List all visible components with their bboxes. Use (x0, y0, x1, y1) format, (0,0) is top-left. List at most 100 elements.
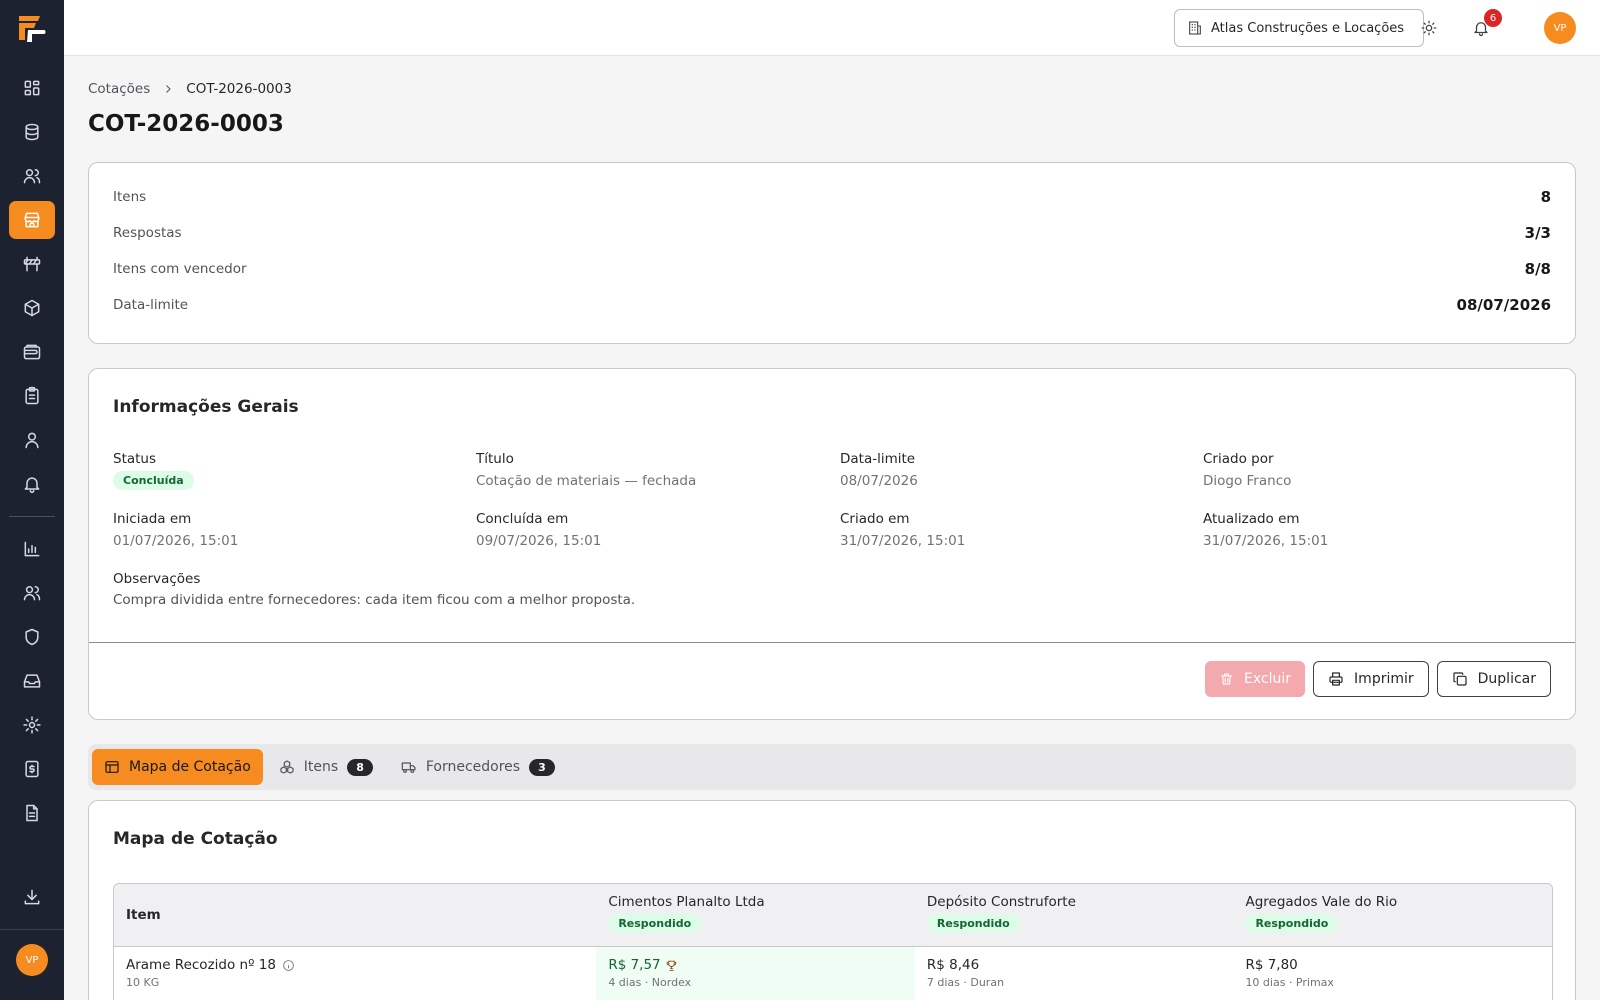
duplicate-button[interactable]: Duplicar (1436, 661, 1551, 697)
stat-label: Itens com vencedor (113, 261, 247, 277)
shield-icon (25, 628, 39, 646)
nav-security[interactable] (9, 618, 55, 656)
quote-price-text: R$ 7,57 (608, 957, 661, 973)
supplier-name: Cimentos Planalto Ltda (608, 894, 765, 910)
nav-reports[interactable] (9, 530, 55, 568)
document-icon (26, 804, 38, 822)
duplicate-label: Duplicar (1477, 671, 1536, 687)
nav-finance[interactable] (9, 750, 55, 788)
nav-clipboard[interactable] (9, 377, 55, 415)
stat-row-responses: Respostas 3/3 (113, 215, 1551, 251)
field-label: Observações (113, 571, 201, 587)
action-bar: Excluir Imprimir Duplicar (1205, 661, 1551, 697)
quote-meta: 7 dias · Duran (926, 976, 1005, 989)
quote-price: R$ 7,57 (608, 957, 903, 973)
nav-inbox[interactable] (9, 662, 55, 700)
field-label: Status (113, 451, 157, 467)
table-icon (105, 761, 119, 773)
app-logo[interactable] (0, 0, 64, 56)
tab-items[interactable]: Itens 8 (267, 749, 385, 785)
column-header-supplier: Cimentos Planalto Ltda Respondido (596, 884, 915, 946)
tab-label: Fornecedores (425, 759, 521, 775)
gear-icon (23, 716, 41, 734)
nav-store[interactable] (9, 201, 55, 239)
delete-button[interactable]: Excluir (1205, 661, 1306, 697)
topbar: Atlas Construções e Locações 6 VP (64, 0, 1600, 56)
printer-icon (1329, 672, 1343, 686)
user-icon (25, 432, 39, 449)
card-divider (89, 642, 1575, 643)
stat-value: 3/3 (1524, 224, 1551, 242)
nav-documents[interactable] (9, 794, 55, 832)
field-value: 31/07/2026, 15:01 (840, 533, 966, 549)
quote-price-text: R$ 7,80 (1245, 957, 1298, 973)
boxes-icon (280, 760, 294, 774)
nav-database[interactable] (9, 113, 55, 151)
stat-value: 8/8 (1524, 260, 1551, 278)
item-name-text: Arame Recozido nº 18 (126, 957, 276, 973)
field-label: Título (476, 451, 514, 467)
item-name: Arame Recozido nº 18 (126, 957, 584, 973)
nav-package[interactable] (9, 289, 55, 327)
tab-label: Mapa de Cotação (129, 759, 251, 775)
nav-notifications[interactable] (9, 465, 55, 503)
field-label: Data-limite (840, 451, 916, 467)
supplier-name: Agregados Vale do Rio (1245, 894, 1398, 910)
nav-download[interactable] (9, 878, 55, 916)
summary-card: Itens 8 Respostas 3/3 Itens com vencedor… (88, 162, 1576, 344)
column-header-supplier: Depósito Construforte Respondido (915, 884, 1234, 946)
quote-cell[interactable]: R$ 8,46 7 dias · Duran (915, 947, 1234, 1000)
tab-quote-map[interactable]: Mapa de Cotação (92, 749, 263, 785)
field-created: Criado em 31/07/2026, 15:01 (840, 511, 965, 549)
theme-toggle-button[interactable] (1417, 16, 1441, 40)
sidebar-avatar[interactable]: VP (16, 944, 48, 976)
stat-row-deadline: Data-limite 08/07/2026 (113, 287, 1551, 323)
supplier-name: Depósito Construforte (926, 894, 1076, 910)
main-content: Cotações COT-2026-0003 COT-2026-0003 Ite… (88, 56, 1576, 1000)
field-created-by: Criado por Diogo Franco (1203, 451, 1291, 489)
company-selector-button[interactable]: Atlas Construções e Locações (1174, 9, 1424, 47)
delete-label: Excluir (1244, 671, 1292, 687)
trophy-icon (666, 960, 676, 971)
field-value: Cotação de materiais — fechada (476, 473, 697, 489)
quote-cell-best[interactable]: R$ 7,57 4 dias · Nordex (596, 947, 915, 1000)
quote-map-table: Item Cimentos Planalto Ltda Respondido D… (113, 883, 1553, 1000)
nav-users[interactable] (9, 157, 55, 195)
tab-count-badge: 3 (529, 758, 555, 776)
breadcrumb-parent-link[interactable]: Cotações (88, 81, 150, 97)
quote-meta: 4 dias · Nordex (608, 976, 692, 989)
nav-dashboard[interactable] (9, 69, 55, 107)
sidebar-bottom-divider (0, 929, 64, 930)
store-icon (24, 212, 40, 228)
field-value: 01/07/2026, 15:01 (113, 533, 239, 549)
item-unit: 10 KG (126, 976, 160, 989)
sun-icon (1421, 20, 1437, 36)
nav-team[interactable] (9, 574, 55, 612)
user-avatar[interactable]: VP (1544, 12, 1576, 44)
column-header-supplier: Agregados Vale do Rio Respondido (1233, 884, 1552, 946)
quote-cell[interactable]: R$ 7,80 10 dias · Primax (1233, 947, 1552, 1000)
field-value: 31/07/2026, 15:01 (1203, 533, 1329, 549)
print-button[interactable]: Imprimir (1313, 661, 1429, 697)
nav-settings[interactable] (9, 706, 55, 744)
table-row: Arame Recozido nº 18 10 KG R$ 7,57 4 dia… (114, 947, 1552, 1000)
users-icon (23, 169, 41, 184)
notifications-button[interactable]: 6 (1469, 9, 1502, 40)
bar-chart-icon (24, 541, 40, 557)
field-title: Título Cotação de materiais — fechada (476, 451, 696, 489)
breadcrumb: Cotações COT-2026-0003 (88, 81, 1576, 97)
nav-wallet[interactable] (9, 333, 55, 371)
field-started: Iniciada em 01/07/2026, 15:01 (113, 511, 238, 549)
breadcrumb-current: COT-2026-0003 (186, 81, 292, 97)
tab-suppliers[interactable]: Fornecedores 3 (389, 749, 567, 785)
supplier-status-badge: Respondido (926, 914, 1020, 933)
status-badge: Concluída (113, 471, 194, 490)
nav-barrier[interactable] (9, 245, 55, 283)
stat-label: Respostas (113, 225, 182, 241)
clipboard-icon (25, 386, 39, 405)
field-value: 08/07/2026 (840, 473, 918, 489)
field-value: Diogo Franco (1203, 473, 1292, 489)
nav-user[interactable] (9, 421, 55, 459)
logo-icon (19, 16, 46, 42)
info-icon[interactable] (282, 959, 295, 972)
